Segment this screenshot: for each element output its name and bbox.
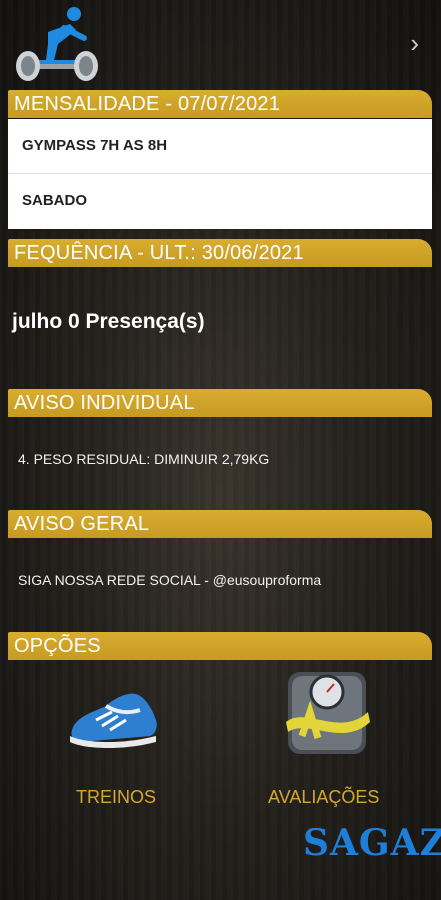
aviso-geral-text: SIGA NOSSA REDE SOCIAL - @eusouproforma [18,572,322,588]
scale-tape-icon [286,672,370,754]
sneaker-icon [70,693,157,748]
treinos-label[interactable]: TREINOS [76,787,156,808]
mensalidade-header: MENSALIDADE - 07/07/2021 [8,90,432,118]
avaliacoes-option[interactable] [282,662,372,758]
brand-logo: SAGAZ [303,822,441,864]
chevron-right-icon[interactable]: › [410,30,419,56]
top-bar: › [0,0,441,88]
treinos-option[interactable] [66,686,162,756]
opcoes-header: OPÇÕES [8,632,432,660]
frequencia-summary: julho 0 Presença(s) [12,310,205,333]
aviso-individual-text: 4. PESO RESIDUAL: DIMINUIR 2,79KG [18,451,270,467]
aviso-geral-header: AVISO GERAL [8,510,432,538]
mensalidade-row-day[interactable]: SABADO [8,173,432,228]
mensalidade-card: GYMPASS 7H AS 8H SABADO [8,119,432,229]
frequencia-header: FEQUÊNCIA - ULT.: 30/06/2021 [8,239,432,267]
mensalidade-row-plan[interactable]: GYMPASS 7H AS 8H [8,119,432,173]
avaliacoes-label[interactable]: AVALIAÇÕES [268,787,379,808]
weightlifter-logo-icon [16,7,98,81]
aviso-individual-header: AVISO INDIVIDUAL [8,389,432,417]
